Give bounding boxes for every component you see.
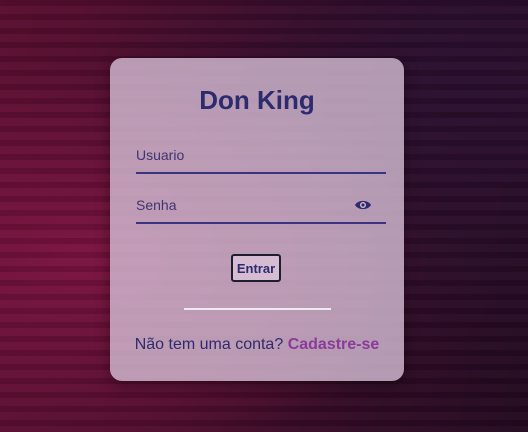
signup-link[interactable]: Cadastre-se — [288, 336, 380, 353]
login-title: Don King — [199, 85, 315, 115]
login-button[interactable]: Entrar — [231, 254, 281, 282]
signup-prompt: Não tem uma conta? — [134, 336, 284, 353]
username-input[interactable] — [136, 142, 356, 168]
login-card: Don King Entrar Não tem uma conta? Cadas… — [110, 58, 404, 381]
divider — [184, 308, 331, 310]
password-field — [136, 192, 386, 224]
eye-icon[interactable] — [354, 198, 372, 212]
password-input[interactable] — [136, 192, 356, 218]
username-field — [136, 142, 386, 174]
signup-text: Não tem uma conta? Cadastre-se — [110, 335, 404, 355]
